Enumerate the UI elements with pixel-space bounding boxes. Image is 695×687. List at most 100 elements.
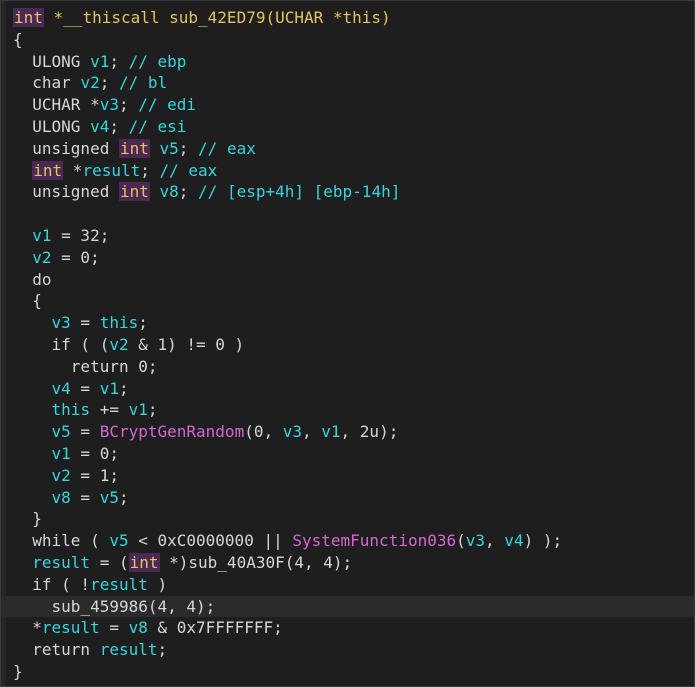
code-line[interactable]: v2 = 1;: [1, 465, 694, 487]
code-token[interactable]: UCHAR *: [13, 95, 99, 114]
code-token[interactable]: *__thiscall sub_42ED79(UCHAR *this): [44, 8, 391, 27]
code-token[interactable]: }: [13, 662, 23, 681]
code-token[interactable]: ;: [109, 117, 128, 136]
code-token[interactable]: return 0;: [13, 357, 158, 376]
code-token[interactable]: BCryptGenRandom: [100, 422, 245, 441]
code-token[interactable]: this: [100, 313, 139, 332]
code-line[interactable]: v2 = 0;: [1, 247, 694, 269]
code-token[interactable]: // ebp: [129, 52, 187, 71]
code-token[interactable]: char: [13, 73, 80, 92]
code-token[interactable]: [150, 139, 160, 158]
code-token[interactable]: [13, 248, 32, 267]
code-token[interactable]: = 0;: [52, 248, 100, 267]
code-line[interactable]: return 0;: [1, 356, 694, 378]
code-token[interactable]: [13, 422, 52, 441]
code-token[interactable]: v1: [90, 52, 109, 71]
code-token[interactable]: [13, 400, 52, 419]
code-token[interactable]: v8: [129, 618, 148, 637]
code-token[interactable]: v3: [283, 422, 302, 441]
code-token[interactable]: int: [13, 8, 44, 27]
code-line[interactable]: v1 = 32;: [1, 225, 694, 247]
code-token[interactable]: result: [32, 553, 90, 572]
code-token[interactable]: while (: [13, 531, 109, 550]
code-token[interactable]: (0,: [244, 422, 283, 441]
code-token[interactable]: [13, 379, 52, 398]
code-token[interactable]: ;: [138, 313, 148, 332]
code-token[interactable]: = 32;: [52, 226, 109, 245]
code-line[interactable]: sub_459986(4, 4);: [1, 595, 694, 618]
code-token[interactable]: ;: [109, 52, 128, 71]
code-token[interactable]: v1: [129, 400, 148, 419]
code-line[interactable]: int *__thiscall sub_42ED79(UCHAR *this): [1, 7, 694, 29]
code-token[interactable]: *: [63, 161, 83, 180]
code-token[interactable]: v1: [32, 226, 51, 245]
code-line[interactable]: if ( !result ): [1, 574, 694, 596]
code-token[interactable]: ULONG: [13, 52, 90, 71]
code-line[interactable]: v1 = 0;: [1, 443, 694, 465]
code-token[interactable]: [13, 313, 52, 332]
code-line[interactable]: char v2; // bl: [1, 72, 694, 94]
code-token[interactable]: ;: [148, 400, 158, 419]
code-token[interactable]: = (: [90, 553, 129, 572]
code-token[interactable]: [13, 466, 52, 485]
code-token[interactable]: *: [13, 618, 42, 637]
code-line[interactable]: while ( v5 < 0xC0000000 || SystemFunctio…: [1, 530, 694, 552]
code-token[interactable]: result: [42, 618, 100, 637]
code-token[interactable]: < 0xC0000000 ||: [129, 531, 293, 550]
code-token[interactable]: (: [456, 531, 466, 550]
code-token[interactable]: // [esp+4h] [ebp-14h]: [198, 182, 400, 201]
code-token[interactable]: [13, 488, 52, 507]
code-token[interactable]: // bl: [119, 73, 167, 92]
code-token[interactable]: if ( !: [13, 575, 90, 594]
code-token[interactable]: & 1) != 0 ): [129, 335, 244, 354]
code-token[interactable]: v2: [109, 335, 128, 354]
code-token[interactable]: , 2u);: [341, 422, 399, 441]
code-token[interactable]: result: [90, 575, 148, 594]
code-line[interactable]: v3 = this;: [1, 312, 694, 334]
code-line[interactable]: result = (int *)sub_40A30F(4, 4);: [1, 552, 694, 574]
code-token[interactable]: int: [32, 160, 64, 180]
code-line[interactable]: ULONG v1; // ebp: [1, 51, 694, 73]
code-token[interactable]: *)sub_40A30F(4, 4);: [160, 553, 352, 572]
code-token[interactable]: int: [128, 553, 160, 572]
code-token[interactable]: ;: [119, 95, 138, 114]
code-token[interactable]: =: [71, 488, 100, 507]
code-line[interactable]: if ( (v2 & 1) != 0 ): [1, 334, 694, 356]
code-token[interactable]: ;: [119, 379, 129, 398]
code-token[interactable]: [13, 161, 32, 180]
code-token[interactable]: v5: [160, 139, 179, 158]
code-token[interactable]: =: [71, 313, 100, 332]
code-token[interactable]: int: [118, 182, 150, 202]
code-token[interactable]: v8: [160, 182, 179, 201]
code-token[interactable]: v3: [466, 531, 485, 550]
code-token[interactable]: [13, 444, 52, 463]
code-token[interactable]: ,: [302, 422, 321, 441]
code-line[interactable]: {: [1, 29, 694, 51]
code-token[interactable]: = 1;: [71, 466, 119, 485]
code-token[interactable]: ;: [158, 640, 168, 659]
code-token[interactable]: this: [52, 400, 91, 419]
code-line[interactable]: int *result; // eax: [1, 160, 694, 182]
code-token[interactable]: // edi: [138, 95, 196, 114]
code-token[interactable]: // eax: [198, 139, 256, 158]
code-token[interactable]: return: [13, 640, 100, 659]
code-token[interactable]: v1: [100, 379, 119, 398]
code-line[interactable]: do: [1, 269, 694, 291]
code-token[interactable]: {: [13, 291, 42, 310]
code-line[interactable]: unsigned int v5; // eax: [1, 138, 694, 160]
code-token[interactable]: ,: [485, 531, 504, 550]
code-token[interactable]: result: [100, 640, 158, 659]
code-token[interactable]: v4: [504, 531, 523, 550]
code-token[interactable]: v5: [109, 531, 128, 550]
code-token[interactable]: v3: [52, 313, 71, 332]
code-token[interactable]: result: [82, 161, 140, 180]
code-token[interactable]: v4: [52, 379, 71, 398]
code-token[interactable]: if ( (: [13, 335, 110, 354]
code-token[interactable]: +=: [90, 400, 129, 419]
pseudocode-view[interactable]: int *__thiscall sub_42ED79(UCHAR *this){…: [0, 0, 695, 687]
code-token[interactable]: ;: [100, 73, 119, 92]
code-token[interactable]: v2: [32, 248, 51, 267]
code-token[interactable]: ;: [179, 139, 198, 158]
code-token[interactable]: SystemFunction036: [292, 531, 456, 550]
code-token[interactable]: =: [71, 379, 100, 398]
